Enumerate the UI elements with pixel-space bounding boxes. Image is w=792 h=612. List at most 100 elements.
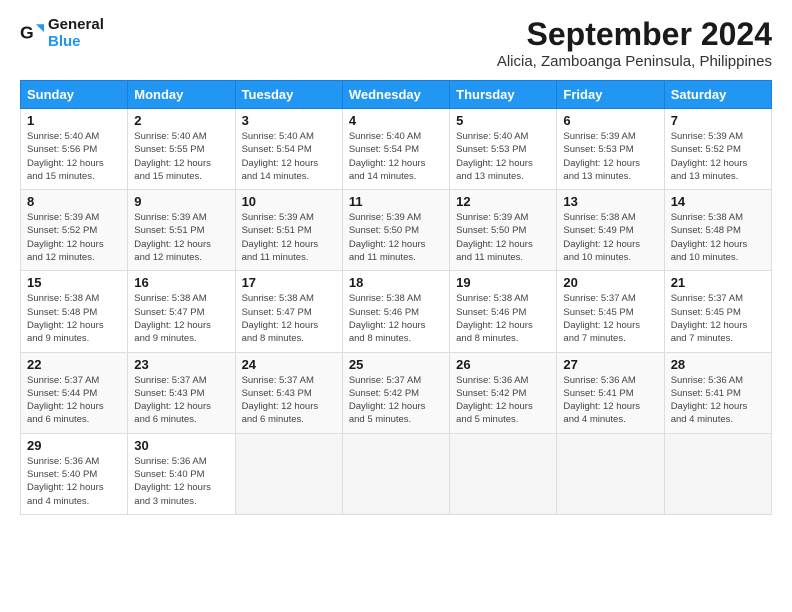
calendar-week-5: 29 Sunrise: 5:36 AMSunset: 5:40 PMDayligh… xyxy=(21,433,772,514)
calendar-cell: 6Sunrise: 5:39 AMSunset: 5:53 PMDaylight… xyxy=(557,109,664,190)
day-info: Sunrise: 5:37 AMSunset: 5:43 PMDaylight:… xyxy=(134,374,228,427)
day-info: Sunrise: 5:40 AMSunset: 5:56 PMDaylight:… xyxy=(27,130,121,183)
day-info: Sunrise: 5:37 AMSunset: 5:45 PMDaylight:… xyxy=(563,292,657,345)
day-info: Sunrise: 5:36 AMSunset: 5:42 PMDaylight:… xyxy=(456,374,550,427)
day-info: Sunrise: 5:37 AMSunset: 5:43 PMDaylight:… xyxy=(242,374,336,427)
day-number: 30 xyxy=(134,438,228,453)
day-info: Sunrise: 5:39 AMSunset: 5:53 PMDaylight:… xyxy=(563,130,657,183)
day-info: Sunrise: 5:39 AMSunset: 5:51 PMDaylight:… xyxy=(134,211,228,264)
day-number: 20 xyxy=(563,275,657,290)
day-info: Sunrise: 5:39 AMSunset: 5:50 PMDaylight:… xyxy=(456,211,550,264)
day-info: Sunrise: 5:38 AMSunset: 5:48 PMDaylight:… xyxy=(27,292,121,345)
day-number: 16 xyxy=(134,275,228,290)
day-number: 28 xyxy=(671,357,765,372)
calendar-cell xyxy=(664,433,771,514)
calendar-cell: 9 Sunrise: 5:39 AMSunset: 5:51 PMDaylight… xyxy=(128,190,235,271)
day-info: Sunrise: 5:37 AMSunset: 5:42 PMDaylight:… xyxy=(349,374,443,427)
day-number: 1 xyxy=(27,113,121,128)
calendar-cell xyxy=(342,433,449,514)
calendar-cell: 10 Sunrise: 5:39 AMSunset: 5:51 PMDayligh… xyxy=(235,190,342,271)
day-info: Sunrise: 5:38 AMSunset: 5:47 PMDaylight:… xyxy=(134,292,228,345)
calendar-cell xyxy=(235,433,342,514)
day-number: 26 xyxy=(456,357,550,372)
day-number: 27 xyxy=(563,357,657,372)
day-info: Sunrise: 5:40 AMSunset: 5:53 PMDaylight:… xyxy=(456,130,550,183)
day-number: 3 xyxy=(242,113,336,128)
day-info: Sunrise: 5:40 AMSunset: 5:54 PMDaylight:… xyxy=(349,130,443,183)
month-title: September 2024 xyxy=(497,16,772,53)
day-header-monday: Monday xyxy=(128,81,235,109)
day-info: Sunrise: 5:36 AMSunset: 5:40 PMDaylight:… xyxy=(27,455,121,508)
calendar-cell: 8 Sunrise: 5:39 AMSunset: 5:52 PMDaylight… xyxy=(21,190,128,271)
calendar-cell: 22Sunrise: 5:37 AMSunset: 5:44 PMDayligh… xyxy=(21,352,128,433)
day-number: 17 xyxy=(242,275,336,290)
day-info: Sunrise: 5:37 AMSunset: 5:45 PMDaylight:… xyxy=(671,292,765,345)
day-header-sunday: Sunday xyxy=(21,81,128,109)
day-info: Sunrise: 5:39 AMSunset: 5:52 PMDaylight:… xyxy=(671,130,765,183)
day-number: 5 xyxy=(456,113,550,128)
calendar-cell: 19 Sunrise: 5:38 AMSunset: 5:46 PMDayligh… xyxy=(450,271,557,352)
day-number: 7 xyxy=(671,113,765,128)
calendar-cell xyxy=(557,433,664,514)
day-header-thursday: Thursday xyxy=(450,81,557,109)
calendar-cell: 7 Sunrise: 5:39 AMSunset: 5:52 PMDaylight… xyxy=(664,109,771,190)
calendar-cell: 15 Sunrise: 5:38 AMSunset: 5:48 PMDayligh… xyxy=(21,271,128,352)
calendar-cell: 24 Sunrise: 5:37 AMSunset: 5:43 PMDayligh… xyxy=(235,352,342,433)
day-info: Sunrise: 5:39 AMSunset: 5:52 PMDaylight:… xyxy=(27,211,121,264)
day-number: 18 xyxy=(349,275,443,290)
day-header-tuesday: Tuesday xyxy=(235,81,342,109)
calendar-cell: 20 Sunrise: 5:37 AMSunset: 5:45 PMDayligh… xyxy=(557,271,664,352)
calendar-cell: 5 Sunrise: 5:40 AMSunset: 5:53 PMDaylight… xyxy=(450,109,557,190)
day-info: Sunrise: 5:37 AMSunset: 5:44 PMDaylight:… xyxy=(27,374,121,427)
day-number: 9 xyxy=(134,194,228,209)
calendar-cell: 3 Sunrise: 5:40 AMSunset: 5:54 PMDaylight… xyxy=(235,109,342,190)
day-info: Sunrise: 5:39 AMSunset: 5:51 PMDaylight:… xyxy=(242,211,336,264)
day-number: 24 xyxy=(242,357,336,372)
day-number: 29 xyxy=(27,438,121,453)
day-number: 13 xyxy=(563,194,657,209)
day-number: 25 xyxy=(349,357,443,372)
day-number: 19 xyxy=(456,275,550,290)
calendar-cell: 27 Sunrise: 5:36 AMSunset: 5:41 PMDayligh… xyxy=(557,352,664,433)
header: G General Blue September 2024 Alicia, Za… xyxy=(20,16,772,70)
day-header-saturday: Saturday xyxy=(664,81,771,109)
day-info: Sunrise: 5:36 AMSunset: 5:41 PMDaylight:… xyxy=(671,374,765,427)
day-info: Sunrise: 5:38 AMSunset: 5:47 PMDaylight:… xyxy=(242,292,336,345)
calendar-cell: 29 Sunrise: 5:36 AMSunset: 5:40 PMDayligh… xyxy=(21,433,128,514)
calendar-cell: 12 Sunrise: 5:39 AMSunset: 5:50 PMDayligh… xyxy=(450,190,557,271)
day-number: 15 xyxy=(27,275,121,290)
day-number: 11 xyxy=(349,194,443,209)
calendar-cell xyxy=(450,433,557,514)
day-info: Sunrise: 5:40 AMSunset: 5:54 PMDaylight:… xyxy=(242,130,336,183)
calendar-body: 1 Sunrise: 5:40 AMSunset: 5:56 PMDaylight… xyxy=(21,109,772,515)
calendar-cell: 28 Sunrise: 5:36 AMSunset: 5:41 PMDayligh… xyxy=(664,352,771,433)
day-number: 8 xyxy=(27,194,121,209)
day-number: 4 xyxy=(349,113,443,128)
day-info: Sunrise: 5:38 AMSunset: 5:49 PMDaylight:… xyxy=(563,211,657,264)
calendar-cell: 2 Sunrise: 5:40 AMSunset: 5:55 PMDaylight… xyxy=(128,109,235,190)
calendar-cell: 21 Sunrise: 5:37 AMSunset: 5:45 PMDayligh… xyxy=(664,271,771,352)
calendar-cell: 25 Sunrise: 5:37 AMSunset: 5:42 PMDayligh… xyxy=(342,352,449,433)
day-info: Sunrise: 5:39 AMSunset: 5:50 PMDaylight:… xyxy=(349,211,443,264)
day-header-friday: Friday xyxy=(557,81,664,109)
day-number: 2 xyxy=(134,113,228,128)
day-number: 10 xyxy=(242,194,336,209)
calendar-table: SundayMondayTuesdayWednesdayThursdayFrid… xyxy=(20,80,772,515)
day-number: 12 xyxy=(456,194,550,209)
day-header-wednesday: Wednesday xyxy=(342,81,449,109)
day-info: Sunrise: 5:38 AMSunset: 5:46 PMDaylight:… xyxy=(349,292,443,345)
day-info: Sunrise: 5:38 AMSunset: 5:46 PMDaylight:… xyxy=(456,292,550,345)
day-info: Sunrise: 5:40 AMSunset: 5:55 PMDaylight:… xyxy=(134,130,228,183)
calendar-cell: 1 Sunrise: 5:40 AMSunset: 5:56 PMDaylight… xyxy=(21,109,128,190)
calendar-cell: 23Sunrise: 5:37 AMSunset: 5:43 PMDayligh… xyxy=(128,352,235,433)
calendar-week-2: 8 Sunrise: 5:39 AMSunset: 5:52 PMDaylight… xyxy=(21,190,772,271)
day-info: Sunrise: 5:36 AMSunset: 5:40 PMDaylight:… xyxy=(134,455,228,508)
day-info: Sunrise: 5:36 AMSunset: 5:41 PMDaylight:… xyxy=(563,374,657,427)
calendar-cell: 16 Sunrise: 5:38 AMSunset: 5:47 PMDayligh… xyxy=(128,271,235,352)
title-area: September 2024 Alicia, Zamboanga Peninsu… xyxy=(497,16,772,70)
calendar-cell: 18 Sunrise: 5:38 AMSunset: 5:46 PMDayligh… xyxy=(342,271,449,352)
day-number: 21 xyxy=(671,275,765,290)
calendar-cell: 13 Sunrise: 5:38 AMSunset: 5:49 PMDayligh… xyxy=(557,190,664,271)
svg-text:G: G xyxy=(20,23,34,43)
calendar-cell: 30 Sunrise: 5:36 AMSunset: 5:40 PMDayligh… xyxy=(128,433,235,514)
